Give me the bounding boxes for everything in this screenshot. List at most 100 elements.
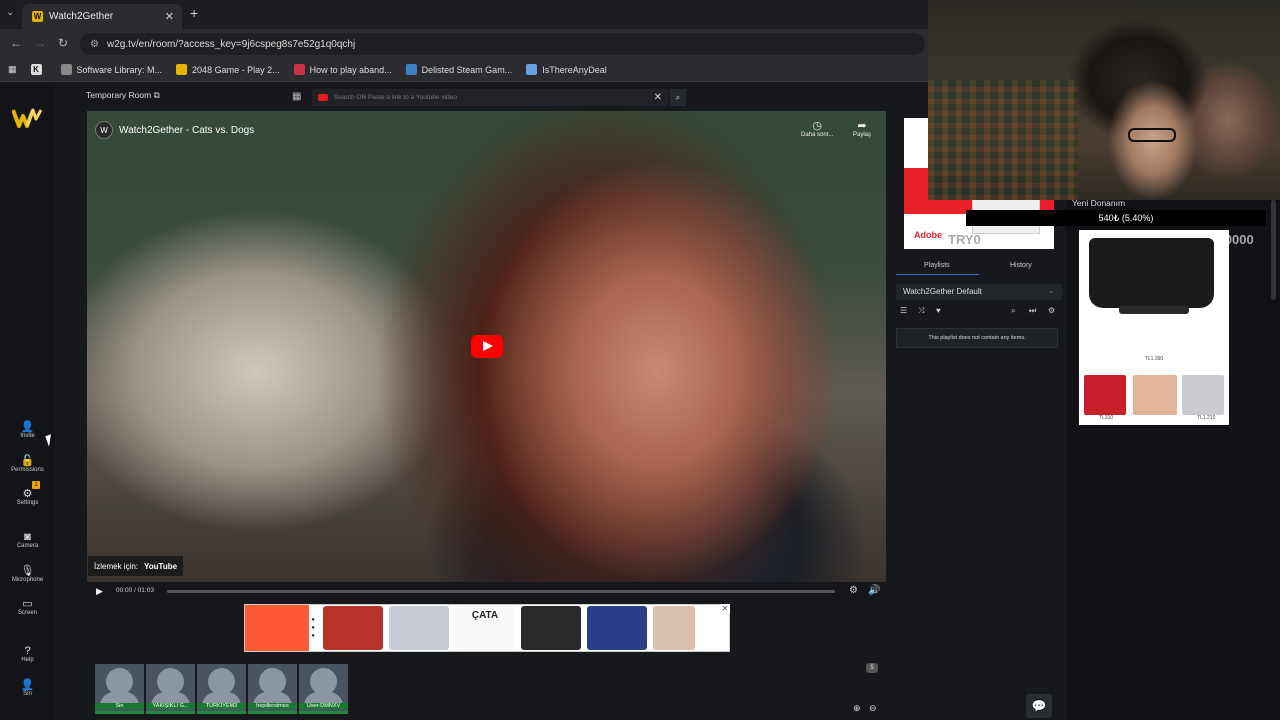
user-tile[interactable]: hepillerstmes xyxy=(248,664,297,714)
shuffle-icon[interactable]: ⤨ xyxy=(918,306,924,316)
settings-badge: 1 xyxy=(32,481,40,489)
screen-share-button[interactable]: ▭ Screen xyxy=(0,598,55,616)
bookmark-item[interactable]: Delisted Steam Gam... xyxy=(405,64,512,75)
youtube-play-button[interactable] xyxy=(471,335,503,358)
user-name: User-DMNXV xyxy=(299,703,348,709)
gear-icon: ⚙ xyxy=(22,488,33,500)
watch2gether-logo[interactable] xyxy=(12,107,42,129)
watch-on-youtube-button[interactable]: İzlemek için: YouTube xyxy=(88,556,184,576)
product-thumb[interactable] xyxy=(1182,375,1224,415)
user-tile[interactable]: YAKIŞIKLI G... xyxy=(146,664,195,714)
room-name[interactable]: Temporary Room ⧉ xyxy=(86,90,160,101)
bookmarks-bar: ▦ K Software Library: M... 2048 Game - P… xyxy=(0,58,928,82)
tab-playlists[interactable]: Playlists xyxy=(924,262,950,269)
bookmark-icon xyxy=(176,64,188,75)
video-search-input[interactable]: Search OR Paste a link to a Youtube vide… xyxy=(312,89,668,106)
playlist-selected-value: Watch2Gether Default xyxy=(903,287,982,296)
player-settings-icon[interactable]: ⚙ xyxy=(849,585,858,596)
bookmark-item[interactable]: Software Library: M... xyxy=(60,64,163,75)
user-profile-button[interactable]: 👤 Sin xyxy=(0,679,55,697)
back-icon[interactable]: ← xyxy=(10,36,22,50)
bookmark-item[interactable]: 2048 Game - Play 2... xyxy=(176,64,280,75)
tab-history[interactable]: History xyxy=(1010,262,1032,269)
microphone-button[interactable]: 🎙 Microphone xyxy=(0,565,55,583)
product-price: TL1.210 xyxy=(1197,415,1216,421)
ad-product-image[interactable] xyxy=(587,606,647,650)
close-tab-icon[interactable]: ✕ xyxy=(165,10,174,23)
camera-button[interactable]: ◙ Camera xyxy=(0,531,55,549)
address-bar[interactable]: ⚙ w2g.tv/en/room/?access_key=9j6cspeg8s7… xyxy=(80,33,925,55)
bookmark-item[interactable]: IsThereAnyDeal xyxy=(526,64,607,75)
share-button[interactable]: ➦ Paylaş xyxy=(853,119,871,138)
ticker-min: TRY0 xyxy=(948,232,981,247)
copy-icon[interactable]: ⧉ xyxy=(154,90,160,100)
avatar xyxy=(202,668,241,706)
search-button[interactable]: ⌕ xyxy=(670,89,686,106)
active-tab-indicator xyxy=(896,274,979,275)
ad-banner[interactable]: ● ● ● ÇATA xyxy=(244,604,730,652)
browser-tab[interactable]: W Watch2Gether ✕ xyxy=(22,4,182,29)
apps-grid-icon[interactable]: ▦ xyxy=(8,64,17,75)
playback-time: 00:00 / 01:03 xyxy=(116,587,154,594)
product-thumb[interactable] xyxy=(1084,375,1126,415)
search-placeholder: Search OR Paste a link to a Youtube vide… xyxy=(334,94,457,101)
playlist-tabs: Playlists History xyxy=(896,259,1062,275)
settings-button[interactable]: ⚙ Settings xyxy=(0,488,55,506)
player-controls: ▶ 00:00 / 01:03 ⚙ 🔊 xyxy=(87,582,886,600)
bookmark-k-icon[interactable]: K xyxy=(30,64,47,75)
playlist-empty-message: This playlist does not contain any items… xyxy=(896,328,1058,348)
video-title[interactable]: Watch2Gether - Cats vs. Dogs xyxy=(119,125,254,136)
skip-forward-icon[interactable]: ⏭ xyxy=(1029,306,1036,316)
permissions-button[interactable]: 🔓 Permissions xyxy=(0,455,55,473)
chat-icon[interactable]: 💬 xyxy=(1026,694,1052,718)
ad-product-image[interactable] xyxy=(521,606,581,650)
ad-product-image[interactable] xyxy=(653,606,695,650)
channel-logo-icon[interactable]: W xyxy=(95,121,113,139)
user-tile[interactable]: Sin xyxy=(95,664,144,714)
bookmark-icon xyxy=(526,64,538,75)
seek-bar[interactable] xyxy=(167,590,835,593)
ad-menu-icon[interactable]: ● ● ● xyxy=(309,616,317,640)
forward-icon[interactable]: → xyxy=(34,36,46,50)
heart-icon[interactable]: ♥ xyxy=(936,306,941,315)
user-tile[interactable]: User-DMNXV xyxy=(299,664,348,714)
tab-list-dropdown-icon[interactable]: ⌄ xyxy=(6,7,14,18)
search-icon[interactable]: ⌕ xyxy=(1011,306,1015,316)
zoom-in-icon[interactable]: ⊕ xyxy=(853,703,861,714)
youtube-icon xyxy=(318,94,328,101)
new-tab-icon[interactable]: + xyxy=(190,5,198,21)
ad-product-image[interactable]: ÇATA xyxy=(455,606,515,650)
room-name-text: Temporary Room xyxy=(86,90,152,100)
help-button[interactable]: ? Help xyxy=(0,645,55,663)
ad-close-icon[interactable]: ✕ xyxy=(720,604,730,614)
bookmark-item[interactable]: How to play aband... xyxy=(293,64,392,75)
gear-icon[interactable]: ⚙ xyxy=(1048,306,1055,315)
play-icon[interactable]: ▶ xyxy=(96,586,103,597)
zoom-out-icon[interactable]: ⊖ xyxy=(869,703,877,714)
product-thumb[interactable] xyxy=(1133,375,1177,415)
user-label: Sin xyxy=(23,691,32,697)
playlist-select[interactable]: Watch2Gether Default ⌄ xyxy=(896,284,1062,300)
clear-search-icon[interactable]: ✕ xyxy=(654,92,662,103)
volume-icon[interactable]: 🔊 xyxy=(868,585,880,596)
playlist-toolbar: ☰ ⤨ ♥ ⌕ ⏭ ⚙ xyxy=(896,304,1062,318)
ad-product-image[interactable] xyxy=(323,606,383,650)
video-player[interactable]: W Watch2Gether - Cats vs. Dogs ◷ Daha son… xyxy=(87,111,886,582)
bookmark-label: IsThereAnyDeal xyxy=(542,64,607,75)
watch-later-button[interactable]: ◷ Daha sonr... xyxy=(801,119,833,138)
product-price: TL1.390 xyxy=(1144,356,1164,362)
webcam-glasses xyxy=(1128,128,1176,142)
reload-icon[interactable]: ↻ xyxy=(58,36,68,50)
ad-product-image[interactable] xyxy=(389,606,449,650)
list-icon[interactable]: ☰ xyxy=(900,306,907,315)
user-icon: 👤 xyxy=(20,679,35,691)
site-info-icon[interactable]: ⚙ xyxy=(90,39,99,50)
user-tile[interactable]: TURKIYEM3 xyxy=(197,664,246,714)
scrollbar[interactable] xyxy=(1271,200,1276,300)
monitor-icon: ▭ xyxy=(22,598,33,610)
microphone-icon: 🎙 xyxy=(20,565,35,577)
bookmark-label: Software Library: M... xyxy=(76,64,163,75)
avatar xyxy=(253,668,292,706)
product-ad[interactable]: TL1.390 TL310 TL1.210 xyxy=(1079,230,1229,425)
apps-grid-button[interactable]: ▦ xyxy=(292,91,301,102)
